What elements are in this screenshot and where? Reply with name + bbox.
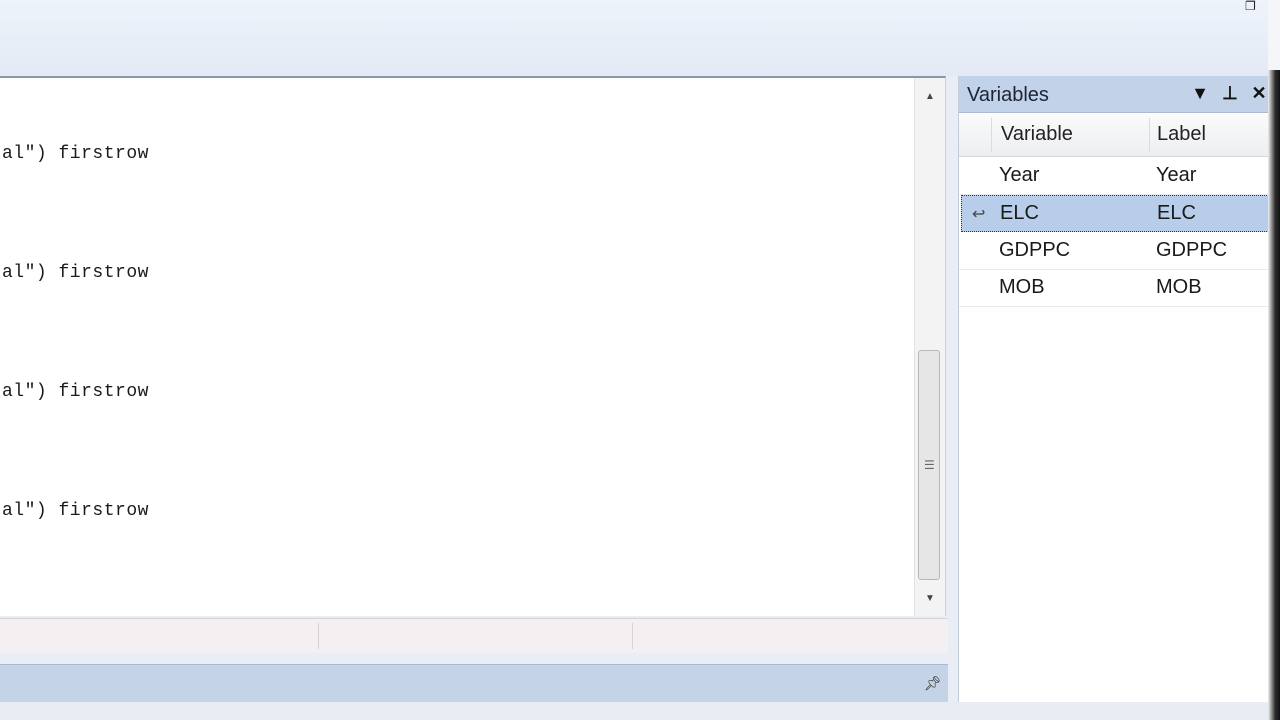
filter-icon[interactable]: ▼ — [1190, 82, 1210, 104]
window-titlebar: ❐ — [0, 0, 1280, 76]
window-right-edge — [1268, 0, 1280, 720]
vertical-scrollbar[interactable]: ▲ ☰ ▼ — [914, 78, 945, 616]
bottom-docked-panel-header: 📌︎ — [0, 664, 948, 703]
window-right-edge-top — [1268, 0, 1280, 70]
code-line[interactable]: al") firstrow — [2, 382, 149, 402]
variable-label: ELC — [1157, 202, 1196, 224]
variable-row[interactable]: MOB MOB — [959, 269, 1269, 307]
restore-window-icon[interactable]: ❐ — [1245, 0, 1263, 12]
status-cell — [318, 623, 633, 649]
code-line[interactable]: al") firstrow — [2, 263, 149, 283]
current-row-arrow-icon: ↩ — [972, 206, 986, 223]
close-icon[interactable]: ✕ — [1249, 82, 1269, 104]
pin-icon[interactable]: 📌︎ — [924, 674, 942, 692]
variable-name: GDPPC — [999, 239, 1071, 261]
variables-panel-header: Variables ▼ ⊥ ✕ — [959, 76, 1269, 113]
variables-panel: Variables ▼ ⊥ ✕ Variable Label Year Year… — [958, 76, 1269, 702]
panel-title: Variables — [967, 84, 1049, 106]
scroll-grip-icon: ☰ — [924, 458, 935, 472]
column-header-label[interactable]: Label — [1157, 123, 1206, 146]
code-line[interactable]: al") firstrow — [2, 501, 149, 521]
variables-grid-header: Variable Label — [959, 114, 1269, 157]
variable-label: MOB — [1156, 276, 1202, 298]
status-bar — [0, 618, 948, 653]
variable-name: ELC — [1000, 202, 1039, 224]
code-line[interactable]: al") firstrow — [2, 144, 149, 164]
do-file-editor[interactable]: al") firstrow al") firstrow al") firstro… — [0, 76, 946, 616]
scroll-down-arrow-icon[interactable]: ▼ — [915, 588, 945, 610]
column-separator[interactable] — [991, 118, 992, 152]
column-separator[interactable] — [1149, 118, 1150, 152]
variable-row-selected[interactable]: ↩ ELC ELC — [961, 195, 1269, 232]
status-cell — [632, 623, 946, 649]
window-bottom-border — [0, 702, 1280, 720]
variable-row[interactable]: Year Year — [959, 157, 1269, 195]
column-header-variable[interactable]: Variable — [1001, 123, 1073, 146]
scroll-up-arrow-icon[interactable]: ▲ — [915, 86, 945, 108]
variable-label: GDPPC — [1156, 239, 1228, 261]
pin-icon[interactable]: ⊥ — [1220, 82, 1240, 104]
scroll-thumb[interactable]: ☰ — [918, 350, 940, 580]
variable-name: Year — [999, 164, 1040, 186]
variable-row[interactable]: GDPPC GDPPC — [959, 232, 1269, 270]
variable-label: Year — [1156, 164, 1197, 186]
variable-name: MOB — [999, 276, 1045, 298]
status-cell — [0, 623, 319, 649]
